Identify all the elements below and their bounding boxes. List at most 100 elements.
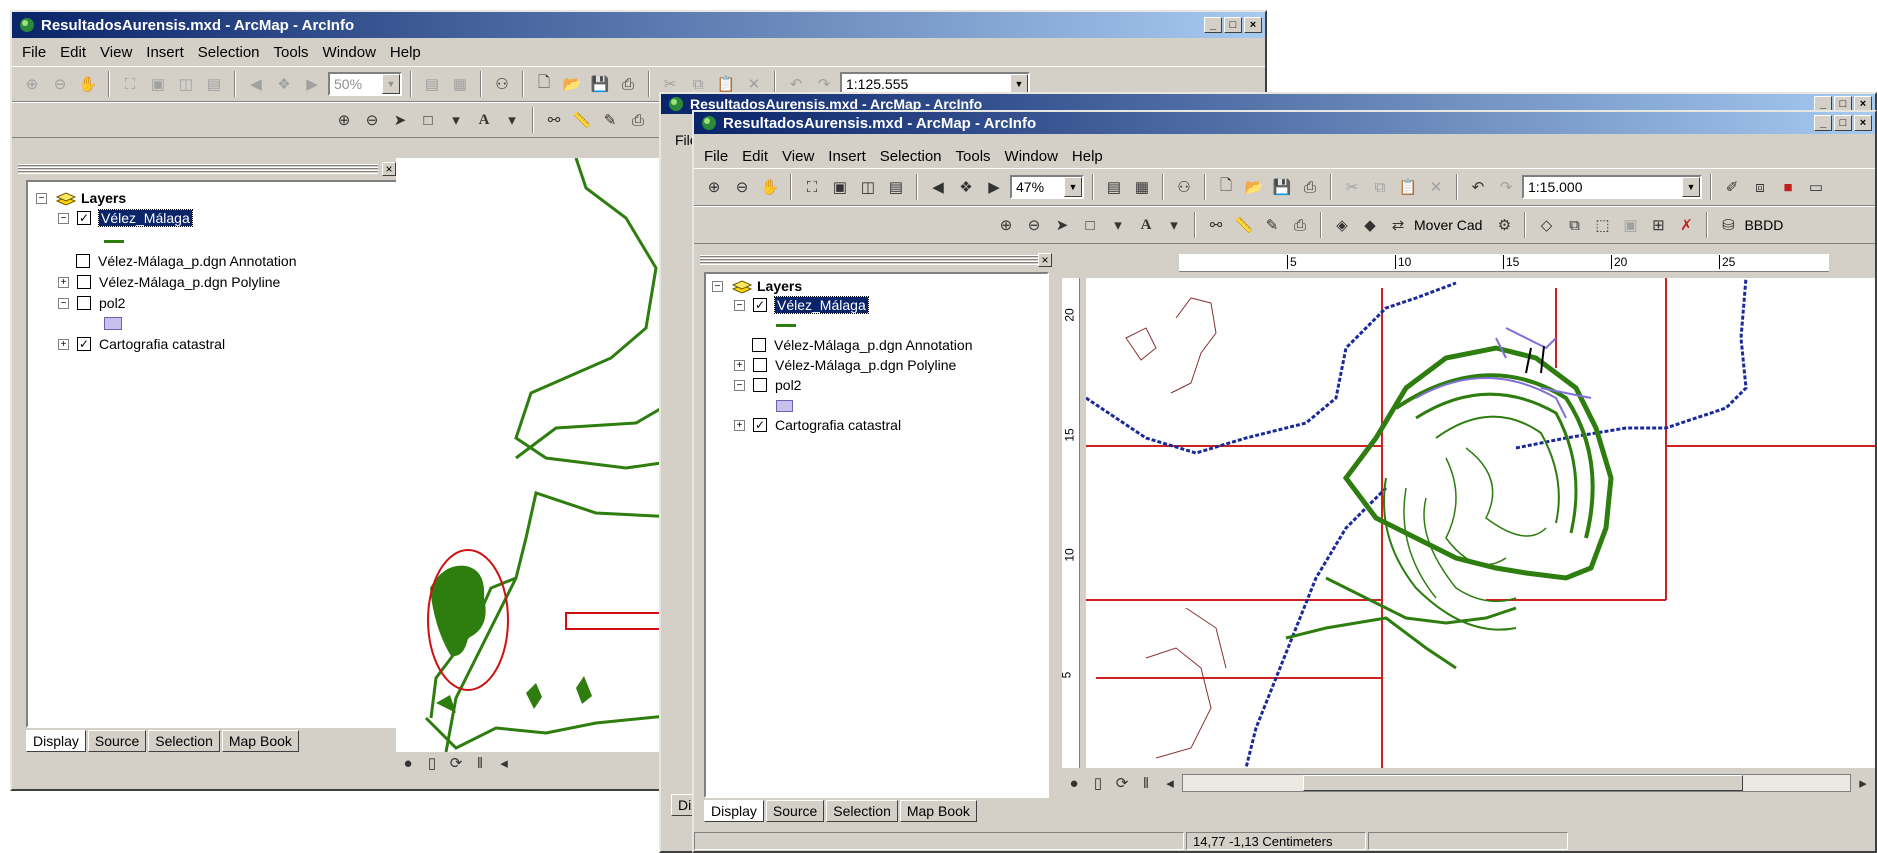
layer-checkbox[interactable]: ✓: [77, 211, 91, 225]
toc-layer-label[interactable]: Vélez-Málaga_p.dgn Annotation: [98, 253, 296, 269]
identify-icon[interactable]: ❖: [954, 175, 978, 199]
layout-view-icon[interactable]: ▯: [1086, 771, 1110, 795]
forward-extent-icon[interactable]: ▶: [300, 72, 324, 96]
menu-view[interactable]: View: [100, 44, 132, 61]
menu-view[interactable]: View: [782, 148, 814, 165]
new-document-icon[interactable]: 🗋: [1214, 175, 1238, 199]
expand-icon[interactable]: +: [734, 419, 745, 431]
zoom-100-icon[interactable]: ◫: [174, 72, 198, 96]
select-elements-icon[interactable]: ➤: [388, 108, 412, 132]
print-icon[interactable]: ⎙: [1298, 175, 1322, 199]
copy-icon[interactable]: ⧉: [1368, 175, 1392, 199]
toggle-draft-icon[interactable]: ▤: [420, 72, 444, 96]
back-toc-close-button[interactable]: ×: [382, 162, 396, 176]
zoom-whole-page-icon[interactable]: ▣: [146, 72, 170, 96]
zoom-whole-page-icon[interactable]: ▣: [828, 175, 852, 199]
mover-cad-icon[interactable]: ⇄: [1386, 213, 1410, 237]
toc-layer-annotation[interactable]: Vélez-Málaga_p.dgn Annotation: [76, 253, 296, 269]
text-icon[interactable]: A: [472, 108, 496, 132]
layer-checkbox[interactable]: ✓: [753, 418, 767, 432]
front-title-bar[interactable]: ResultadosAurensis.mxd - ArcMap - ArcInf…: [694, 112, 1875, 134]
fixed-zoom-in-icon[interactable]: ⊕: [20, 72, 44, 96]
toc-layer-cartografia[interactable]: + ✓ Cartografia catastral: [734, 417, 901, 433]
toc-layer-polyline[interactable]: + Vélez-Málaga_p.dgn Polyline: [734, 357, 956, 373]
fixed-zoom-out-icon[interactable]: ⊖: [730, 175, 754, 199]
menu-selection[interactable]: Selection: [880, 148, 942, 165]
chevron-down-icon[interactable]: ▼: [382, 74, 400, 94]
back-zoom-combo[interactable]: 50% ▼: [328, 72, 402, 96]
menu-insert[interactable]: Insert: [146, 44, 184, 61]
horizontal-scrollbar[interactable]: [1182, 774, 1851, 792]
clear-selection-icon[interactable]: ▣: [1618, 213, 1642, 237]
toc-layer-pol2[interactable]: − pol2: [58, 295, 125, 311]
menu-selection[interactable]: Selection: [198, 44, 260, 61]
zoom-out-icon[interactable]: ⊖: [1022, 213, 1046, 237]
menu-tools[interactable]: Tools: [956, 148, 991, 165]
select-elements-icon[interactable]: ➤: [1050, 213, 1074, 237]
tab-selection[interactable]: Selection: [826, 800, 898, 822]
new-document-icon[interactable]: 🗋: [532, 72, 556, 96]
zoom-layer-icon[interactable]: ▤: [202, 72, 226, 96]
arctoolbox-icon[interactable]: ⧈: [1748, 175, 1772, 199]
overlay-icon[interactable]: ⧉: [1562, 213, 1586, 237]
tab-selection[interactable]: Selection: [148, 730, 220, 752]
layer-checkbox[interactable]: [753, 358, 767, 372]
fixed-zoom-in-icon[interactable]: ⊕: [702, 175, 726, 199]
editor-icon[interactable]: ✐: [1720, 175, 1744, 199]
remove-icon[interactable]: ✗: [1674, 213, 1698, 237]
tab-source[interactable]: Source: [765, 800, 825, 822]
minimize-button[interactable]: _: [1814, 115, 1832, 131]
rectangle-icon[interactable]: □: [416, 108, 440, 132]
measure-icon[interactable]: 📏: [1232, 213, 1256, 237]
back-toc-grip[interactable]: [18, 164, 378, 174]
toc-layer-velez[interactable]: − ✓ Vélez_Málaga: [734, 296, 869, 314]
menu-window[interactable]: Window: [1005, 148, 1058, 165]
back-title-bar[interactable]: ResultadosAurensis.mxd - ArcMap - ArcInf…: [12, 12, 1265, 38]
open-folder-icon[interactable]: 📂: [560, 72, 584, 96]
chevron-down-icon[interactable]: ▾: [444, 108, 468, 132]
front-toc-close-button[interactable]: ×: [1038, 253, 1052, 267]
mover-cad-button[interactable]: Mover Cad: [1414, 217, 1482, 233]
toc-layer-velez[interactable]: − ✓ Vélez_Málaga: [58, 209, 193, 227]
toc-layer-label[interactable]: Vélez_Málaga: [774, 296, 869, 314]
back-map-view[interactable]: [396, 158, 696, 752]
zoom-in-icon[interactable]: ⊕: [332, 108, 356, 132]
geoprocess-icon[interactable]: ◇: [1534, 213, 1558, 237]
toolbox-red-icon[interactable]: ■: [1776, 175, 1800, 199]
zoom-out-icon[interactable]: ⊖: [360, 108, 384, 132]
pan-icon[interactable]: ✋: [758, 175, 782, 199]
fixed-zoom-out-icon[interactable]: ⊖: [48, 72, 72, 96]
collapse-icon[interactable]: −: [36, 192, 47, 204]
front-zoom-combo[interactable]: 47% ▼: [1010, 175, 1084, 199]
text-icon[interactable]: A: [1134, 213, 1158, 237]
chevron-down-icon[interactable]: ▾: [500, 108, 524, 132]
menu-help[interactable]: Help: [390, 44, 421, 61]
zoom-selected-icon[interactable]: ⊞: [1646, 213, 1670, 237]
hyperlink-icon[interactable]: ⚯: [542, 108, 566, 132]
scroll-left-icon[interactable]: ◂: [1158, 771, 1182, 795]
toc-layer-label[interactable]: pol2: [775, 377, 801, 393]
refresh-icon[interactable]: ⟳: [444, 751, 468, 775]
toc-layer-label[interactable]: pol2: [99, 295, 125, 311]
globe-icon[interactable]: ●: [1062, 771, 1086, 795]
zoom-100-icon[interactable]: ◫: [856, 175, 880, 199]
zoom-layer-icon[interactable]: ▤: [884, 175, 908, 199]
menu-insert[interactable]: Insert: [828, 148, 866, 165]
close-button[interactable]: ×: [1854, 115, 1872, 131]
layer-checkbox[interactable]: [77, 296, 91, 310]
chevron-down-icon[interactable]: ▼: [1682, 177, 1700, 197]
print-icon[interactable]: ⎙: [1288, 213, 1312, 237]
chevron-down-icon[interactable]: ▾: [1106, 213, 1130, 237]
chevron-down-icon[interactable]: ▼: [1010, 74, 1028, 94]
toc-layer-cartografia[interactable]: + ✓ Cartografia catastral: [58, 336, 225, 352]
cut-icon[interactable]: ✂: [1340, 175, 1364, 199]
collapse-icon[interactable]: −: [58, 212, 69, 224]
menu-file[interactable]: File: [704, 148, 728, 165]
delete-icon[interactable]: ✕: [1424, 175, 1448, 199]
focus-data-frame-icon[interactable]: ▦: [448, 72, 472, 96]
collapse-icon[interactable]: −: [58, 297, 69, 309]
tab-display[interactable]: Display: [704, 800, 764, 822]
full-extent-icon[interactable]: ⛶: [118, 72, 142, 96]
close-button[interactable]: ×: [1244, 17, 1262, 33]
tab-source[interactable]: Source: [87, 730, 147, 752]
